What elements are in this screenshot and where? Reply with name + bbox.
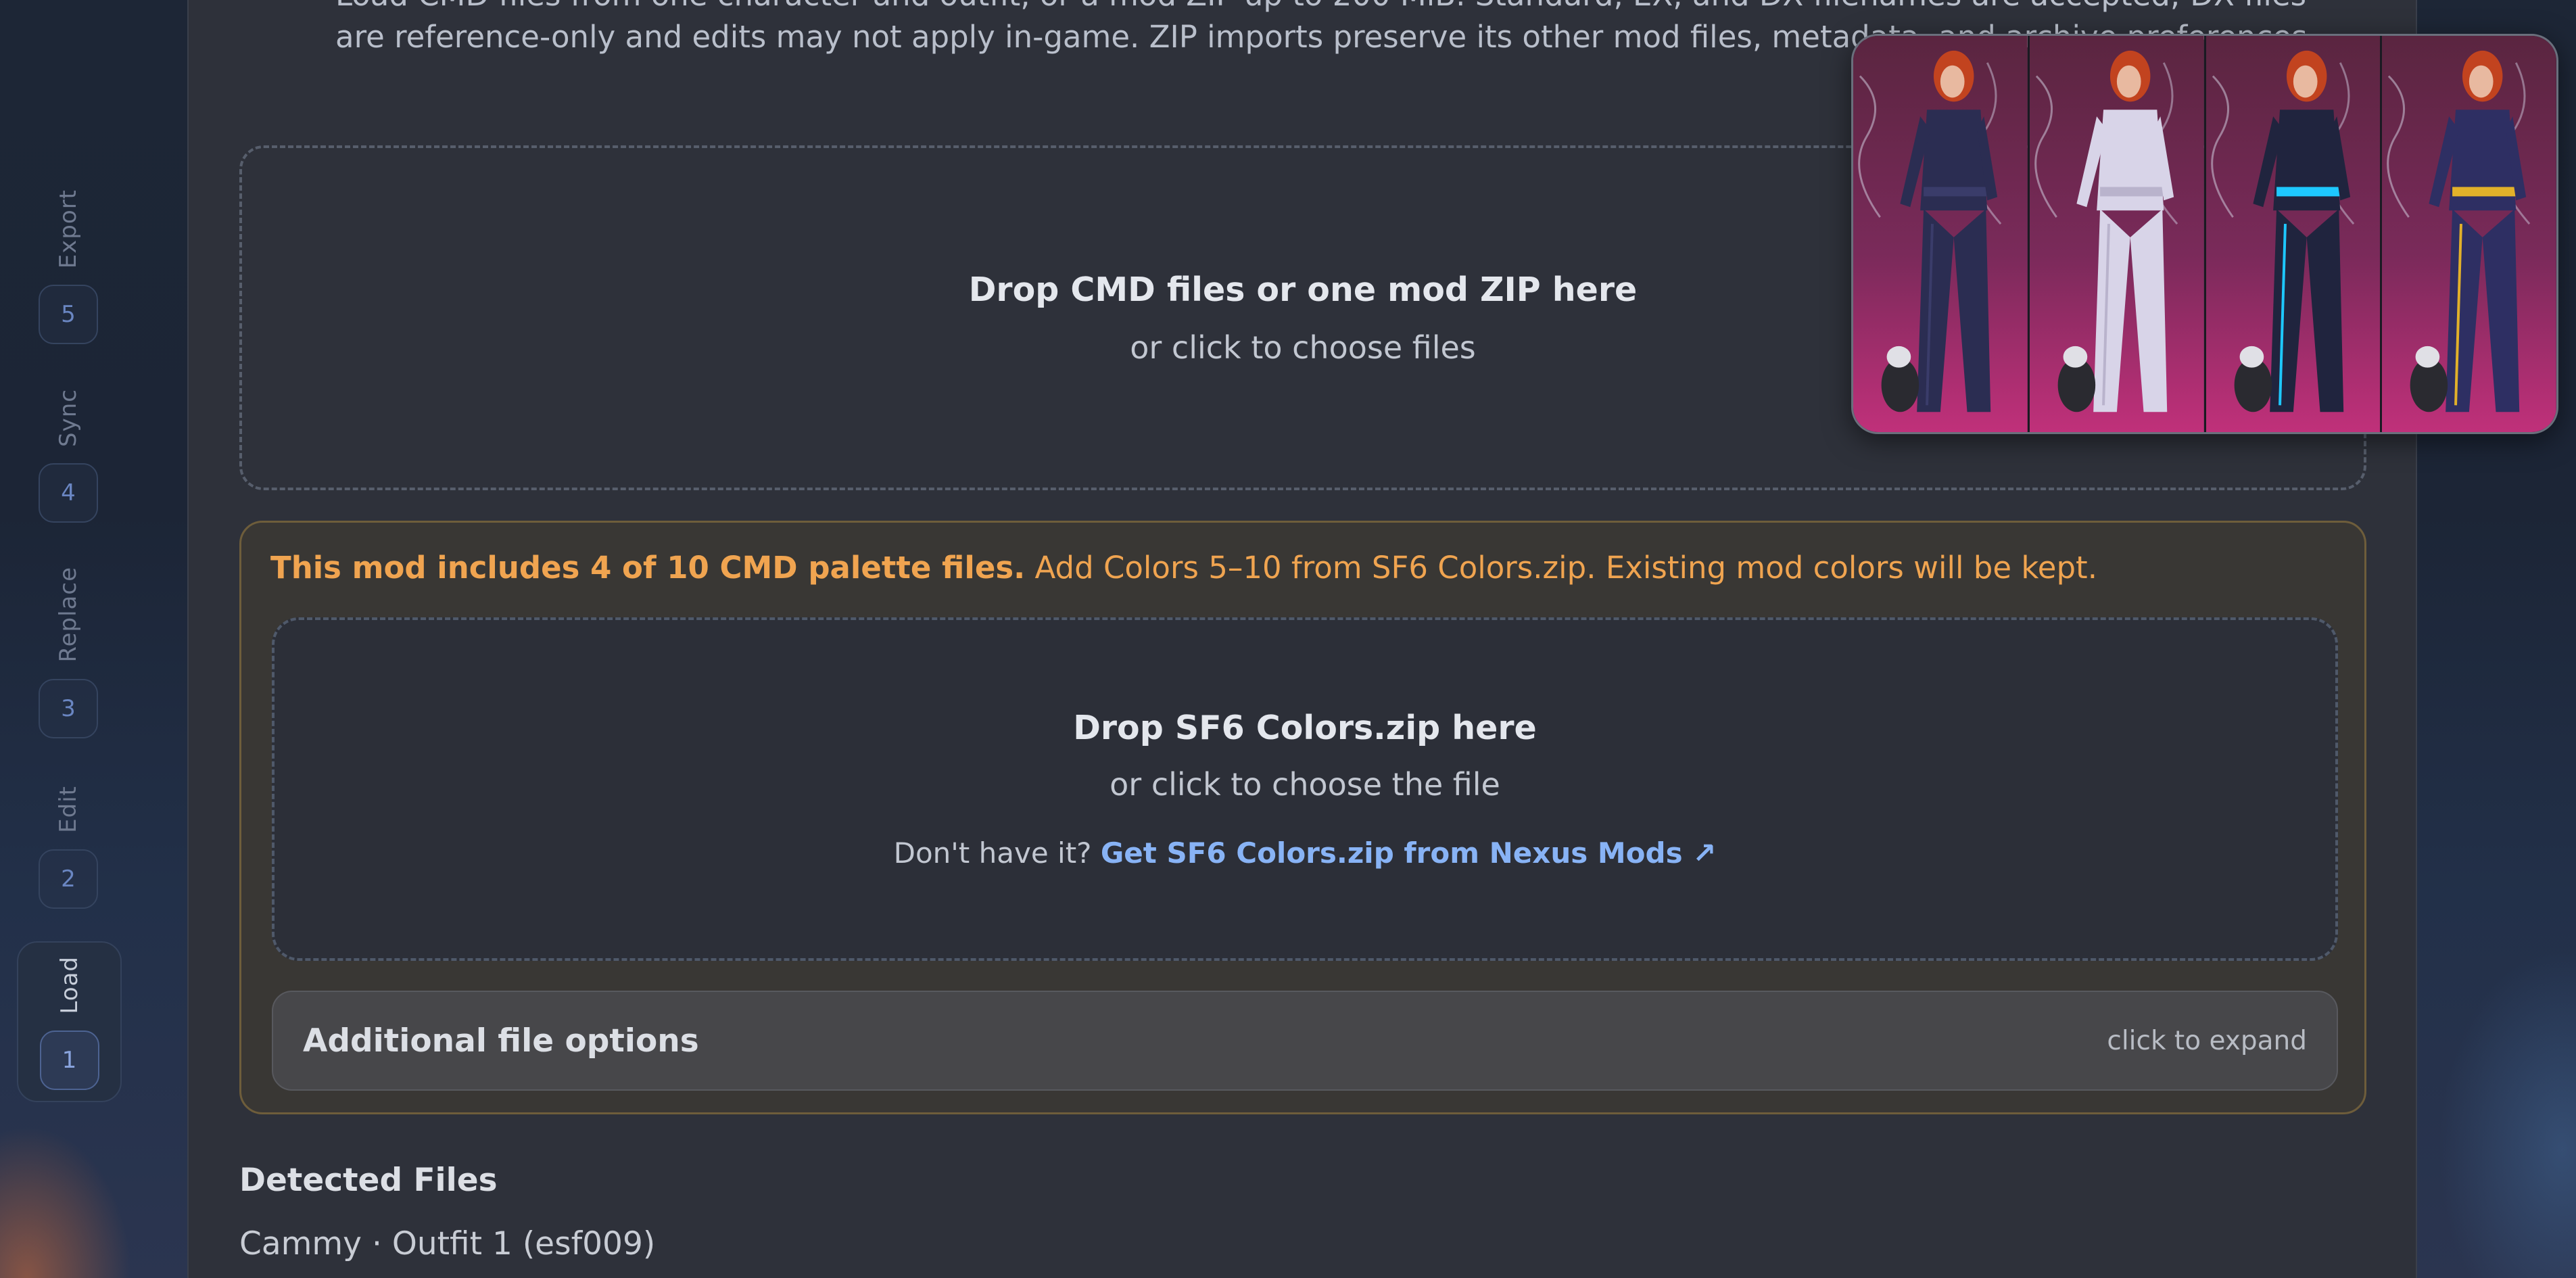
step-load[interactable]: Load 1 bbox=[17, 941, 122, 1102]
step-number-load: 1 bbox=[39, 1030, 99, 1090]
additional-file-options[interactable]: Additional file options click to expand bbox=[272, 991, 2338, 1091]
nexus-mods-link[interactable]: Get SF6 Colors.zip from Nexus Mods ↗ bbox=[1101, 836, 1717, 870]
step-label-edit: Edit bbox=[55, 786, 82, 833]
outfit-preview-1 bbox=[1853, 36, 2030, 432]
intro-line-1: Load CMD files from one character and ou… bbox=[335, 0, 2398, 16]
colors-zip-dropzone[interactable]: Drop SF6 Colors.zip here or click to cho… bbox=[272, 617, 2338, 961]
palette-notice: This mod includes 4 of 10 CMD palette fi… bbox=[239, 521, 2366, 1114]
step-label-load: Load bbox=[55, 956, 83, 1014]
colors-dropzone-help: Don't have it? Get SF6 Colors.zip from N… bbox=[894, 836, 1717, 870]
step-number-sync: 4 bbox=[39, 463, 98, 523]
step-edit[interactable]: Edit 2 bbox=[37, 786, 99, 909]
additional-options-hint: click to expand bbox=[2107, 1025, 2307, 1056]
detected-file-item: Cammy · Outfit 1 (esf009) bbox=[239, 1225, 656, 1262]
step-replace[interactable]: Replace 3 bbox=[37, 567, 99, 738]
palette-notice-rest: Add Colors 5–10 from SF6 Colors.zip. Exi… bbox=[1025, 550, 2098, 586]
step-number-export: 5 bbox=[39, 285, 98, 345]
colors-dropzone-subtitle: or click to choose the file bbox=[1110, 766, 1500, 803]
step-export[interactable]: Export 5 bbox=[37, 189, 99, 345]
colors-dropzone-title: Drop SF6 Colors.zip here bbox=[1073, 709, 1537, 747]
step-number-replace: 3 bbox=[39, 678, 98, 738]
outfit-preview-3 bbox=[2205, 36, 2383, 432]
step-label-export: Export bbox=[55, 189, 82, 269]
palette-notice-bold: This mod includes 4 of 10 CMD palette fi… bbox=[270, 550, 1026, 586]
additional-options-title: Additional file options bbox=[303, 1022, 699, 1060]
outfit-preview-2 bbox=[2029, 36, 2206, 432]
outfit-preview-image bbox=[1851, 34, 2558, 434]
cmd-dropzone-subtitle: or click to choose files bbox=[1130, 329, 1476, 366]
step-label-replace: Replace bbox=[55, 567, 82, 663]
step-sync[interactable]: Sync 4 bbox=[37, 389, 99, 523]
outfit-preview-4 bbox=[2382, 36, 2556, 432]
palette-notice-text: This mod includes 4 of 10 CMD palette fi… bbox=[270, 550, 2337, 586]
step-rail: Export 5 Sync 4 Replace 3 Edit 2 Load 1 bbox=[0, 0, 135, 1278]
cmd-dropzone-title: Drop CMD files or one mod ZIP here bbox=[968, 270, 1638, 309]
detected-files-title: Detected Files bbox=[239, 1162, 498, 1199]
step-label-sync: Sync bbox=[55, 389, 82, 447]
step-number-edit: 2 bbox=[39, 849, 98, 909]
colors-help-prefix: Don't have it? bbox=[893, 836, 1101, 870]
